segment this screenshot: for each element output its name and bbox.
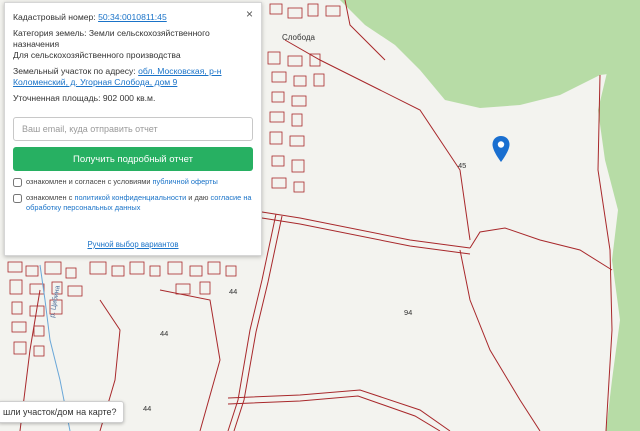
parcel-number-45: 45 <box>458 161 466 170</box>
consent-privacy-checkbox[interactable] <box>13 194 22 203</box>
privacy-policy-link[interactable]: политикой конфиденциальности <box>74 193 186 202</box>
parcel-number-44b: 44 <box>160 329 168 338</box>
email-input[interactable] <box>13 117 253 141</box>
consent-offer[interactable]: ознакомлен и согласен с условиями публич… <box>13 177 253 187</box>
manual-selection-link[interactable]: Ручной выбор вариантов <box>5 240 261 249</box>
consent-privacy-mid: и даю <box>188 193 209 202</box>
address-row: Земельный участок по адресу: обл. Москов… <box>13 66 253 88</box>
village-name-fragment: Слобода <box>282 33 316 42</box>
area-label: Уточненная площадь: <box>13 93 101 103</box>
close-icon[interactable]: × <box>246 8 253 20</box>
parcel-number-44c: 44 <box>143 404 151 413</box>
cadastral-label: Кадастровый номер: <box>13 12 96 22</box>
address-label: Земельный участок по адресу: <box>13 66 136 76</box>
public-offer-link[interactable]: публичной оферты <box>153 177 218 186</box>
parcel-number-44a: 44 <box>229 287 237 296</box>
map-pin-icon[interactable] <box>491 135 511 163</box>
area-value: 902 000 кв.м. <box>102 93 156 103</box>
cadastral-number-link[interactable]: 50:34:0010811:45 <box>98 12 167 22</box>
get-report-button[interactable]: Получить подробный отчет <box>13 147 253 171</box>
category-label: Категория земель: <box>13 28 87 38</box>
parcel-info-panel: × Кадастровый номер: 50:34:0010811:45 Ка… <box>4 2 262 256</box>
consent-offer-checkbox[interactable] <box>13 178 22 187</box>
find-parcel-tip-button[interactable]: шли участок/дом на карте? <box>0 401 124 423</box>
consent-privacy[interactable]: ознакомлен с политикой конфиденциальност… <box>13 193 253 213</box>
forest-area-top <box>340 0 640 108</box>
usage-value: Для сельскохозяйственного производства <box>13 50 181 60</box>
settlement-parcels-left <box>7 261 237 357</box>
forest-area-right <box>598 40 640 431</box>
consent-privacy-text: ознакомлен с <box>26 193 73 202</box>
cadastral-row: Кадастровый номер: 50:34:0010811:45 <box>13 12 253 23</box>
area-row: Уточненная площадь: 902 000 кв.м. <box>13 93 253 104</box>
parcel-number-94: 94 <box>404 308 412 317</box>
consent-offer-text: ознакомлен и согласен с условиями <box>26 177 151 186</box>
category-row: Категория земель: Земли сельскохозяйстве… <box>13 28 253 61</box>
